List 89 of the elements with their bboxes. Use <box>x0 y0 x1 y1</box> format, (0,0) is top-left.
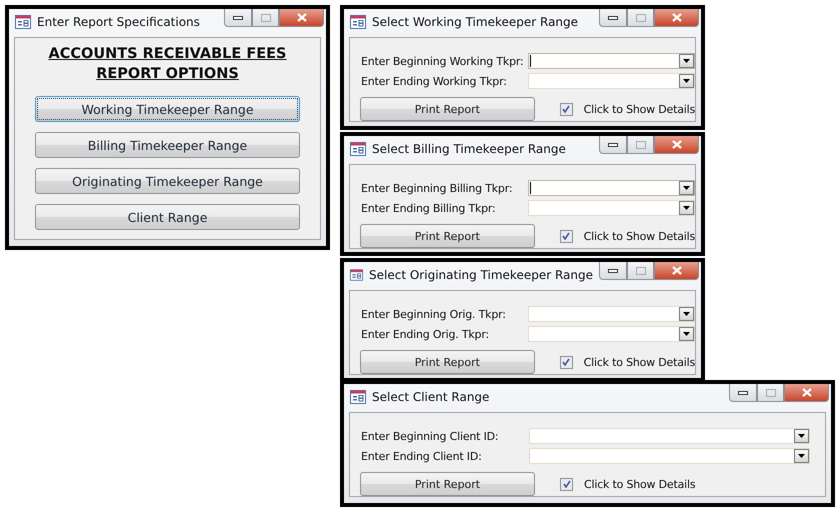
close-button[interactable] <box>784 384 829 402</box>
maximize-icon <box>260 14 270 22</box>
caret-icon <box>683 312 690 316</box>
caret-icon <box>683 79 690 83</box>
checkbox-label: Click to Show Details <box>584 230 695 242</box>
range-button[interactable]: Client Range <box>35 204 300 230</box>
caret-icon <box>683 186 690 190</box>
form-icon <box>15 14 31 28</box>
close-icon <box>296 13 306 22</box>
print-report-button[interactable]: Print Report <box>360 472 535 496</box>
field-label: Enter Ending Billing Tkpr: <box>361 202 497 214</box>
window-title: Select Originating Timekeeper Range <box>369 268 593 282</box>
checkbox-label: Click to Show Details <box>584 102 695 116</box>
report-heading: ACCOUNTS RECEIVABLE FEES <box>48 45 288 64</box>
combo-box[interactable] <box>528 53 695 69</box>
form-icon <box>350 268 364 282</box>
checkmark-icon <box>562 358 570 366</box>
dropdown-button[interactable] <box>794 449 809 463</box>
close-icon <box>672 140 682 149</box>
checkmark-icon <box>562 232 570 240</box>
close-icon <box>672 13 682 22</box>
print-report-button[interactable]: Print Report <box>360 97 535 121</box>
close-button[interactable] <box>654 136 699 154</box>
combo-box[interactable] <box>528 200 695 216</box>
checkbox-label: Click to Show Details <box>584 478 696 490</box>
range-button[interactable]: Billing Timekeeper Range <box>35 132 300 158</box>
field-label: Enter Ending Orig. Tkpr: <box>361 328 490 340</box>
dropdown-button[interactable] <box>679 54 694 68</box>
form-icon <box>350 14 366 28</box>
minimize-icon <box>608 142 618 146</box>
combo-box[interactable] <box>528 180 695 196</box>
minimize-icon <box>738 390 748 394</box>
window-title: Select Client Range <box>372 390 490 404</box>
print-report-button[interactable]: Print Report <box>360 350 535 374</box>
combo-box[interactable] <box>528 73 695 89</box>
caret-icon <box>683 59 690 63</box>
minimize-button[interactable] <box>729 384 757 402</box>
minimize-icon <box>233 16 243 20</box>
minimize-icon <box>608 268 618 272</box>
window-title: Select Working Timekeeper Range <box>372 14 578 28</box>
checkbox[interactable] <box>560 230 573 242</box>
print-report-button[interactable]: Print Report <box>360 224 535 248</box>
minimize-button[interactable] <box>599 262 627 280</box>
text-cursor <box>530 55 531 67</box>
form-icon <box>350 390 366 404</box>
minimize-button[interactable] <box>599 9 627 27</box>
close-button[interactable] <box>654 9 699 27</box>
close-button[interactable] <box>279 9 324 27</box>
field-label: Enter Ending Client ID: <box>361 450 483 462</box>
minimize-button[interactable] <box>599 136 627 154</box>
range-button[interactable]: Originating Timekeeper Range <box>35 168 300 194</box>
text-cursor <box>530 182 531 194</box>
caret-icon <box>683 206 690 210</box>
minimize-button[interactable] <box>224 9 252 27</box>
caret-icon <box>798 454 805 458</box>
dropdown-button[interactable] <box>679 74 694 88</box>
combo-box[interactable] <box>528 306 695 322</box>
form-icon <box>350 142 366 156</box>
caret-icon <box>683 332 690 336</box>
field-label: Enter Beginning Billing Tkpr: <box>361 182 514 194</box>
checkbox[interactable] <box>560 102 573 116</box>
dropdown-button[interactable] <box>679 307 694 321</box>
field-label: Enter Beginning Working Tkpr: <box>361 54 524 68</box>
checkbox[interactable] <box>560 356 573 368</box>
field-label: Enter Ending Working Tkpr: <box>361 74 508 88</box>
caret-icon <box>798 434 805 438</box>
report-heading: REPORT OPTIONS <box>95 65 240 84</box>
dropdown-button[interactable] <box>794 429 809 443</box>
minimize-icon <box>608 16 618 20</box>
window-title: Enter Report Specifications <box>37 14 200 28</box>
close-button[interactable] <box>654 262 699 280</box>
maximize-icon <box>766 388 776 396</box>
dropdown-button[interactable] <box>679 327 694 341</box>
maximize-icon <box>636 140 646 148</box>
window-title: Select Billing Timekeeper Range <box>372 142 566 156</box>
range-button[interactable]: Working Timekeeper Range <box>35 96 300 122</box>
checkmark-icon <box>562 480 570 488</box>
maximize-icon <box>636 14 646 22</box>
checkbox[interactable] <box>560 478 573 490</box>
dropdown-button[interactable] <box>679 201 694 215</box>
maximize-icon <box>636 266 646 274</box>
close-icon <box>802 388 812 397</box>
checkmark-icon <box>562 105 570 113</box>
dropdown-button[interactable] <box>679 181 694 195</box>
close-icon <box>672 266 682 275</box>
field-label: Enter Beginning Orig. Tkpr: <box>361 308 507 320</box>
checkbox-label: Click to Show Details <box>584 356 695 368</box>
field-label: Enter Beginning Client ID: <box>361 430 500 442</box>
combo-box[interactable] <box>528 326 695 342</box>
